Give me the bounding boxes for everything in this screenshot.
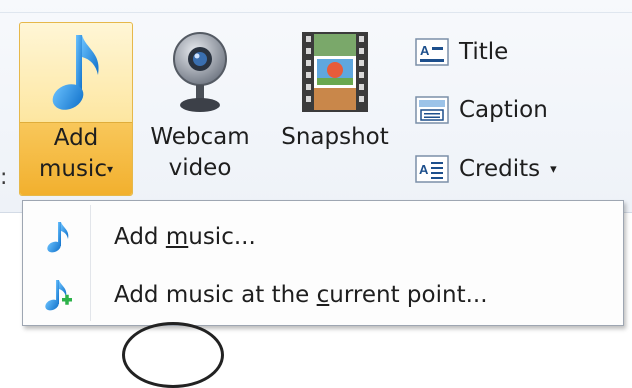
title-button[interactable]: A Title [415,32,508,72]
credits-button[interactable]: A Credits ▾ [415,149,557,189]
snapshot-icon [302,32,368,112]
menu-label-accesskey: m [165,224,189,250]
cut-off-glyph: : [0,165,8,190]
menu-item-label: Add music... [114,224,256,250]
menu-label-post: usic... [188,224,256,250]
menu-item-add-music-at-current-point[interactable]: Add music at the current point... [26,267,620,323]
ribbon-divider [0,12,632,13]
menu-item-label: Add music at the current point... [114,282,488,308]
chevron-down-icon[interactable]: ▾ [550,162,557,177]
add-music-label-line2: music▾ [20,154,132,185]
snapshot-label: Snapshot [281,124,389,150]
svg-text:A: A [419,162,429,177]
add-music-dropdown[interactable]: Add music▾ [20,122,132,195]
caption-icon [415,96,449,124]
chevron-down-icon: ▾ [106,162,114,177]
music-note-plus-icon [45,280,72,311]
add-music-menu: Add music... Add music at the current po… [22,200,624,326]
music-note-icon [47,222,69,253]
menu-label-accesskey: c [316,282,330,308]
caption-button[interactable]: Caption [415,90,548,130]
menu-label-pre: Add music at the [114,282,317,308]
title-icon: A [415,38,449,66]
svg-text:A: A [420,43,430,58]
credits-label: Credits [459,156,541,182]
webcam-icon [173,32,227,112]
menu-label-post: urrent point... [329,282,488,308]
snapshot-button[interactable]: Snapshot [268,22,402,194]
add-music-button[interactable]: Add music▾ [19,22,133,196]
title-label: Title [459,39,509,65]
add-music-label-text: music [38,156,107,183]
caption-label: Caption [459,97,548,123]
menu-item-add-music[interactable]: Add music... [26,209,620,265]
music-note-icon [52,34,99,110]
webcam-label-line2: video [168,155,232,181]
background-circle-shape [122,322,224,388]
add-music-main[interactable] [20,23,132,122]
webcam-label-line1: Webcam [150,124,250,150]
menu-label-pre: Add [114,224,166,250]
credits-icon: A [415,155,449,183]
add-music-label-line1: Add [53,125,99,152]
ribbon: : Add music▾ Webcam video Snapshot A Tit… [0,0,632,213]
webcam-video-button[interactable]: Webcam video [137,22,263,194]
